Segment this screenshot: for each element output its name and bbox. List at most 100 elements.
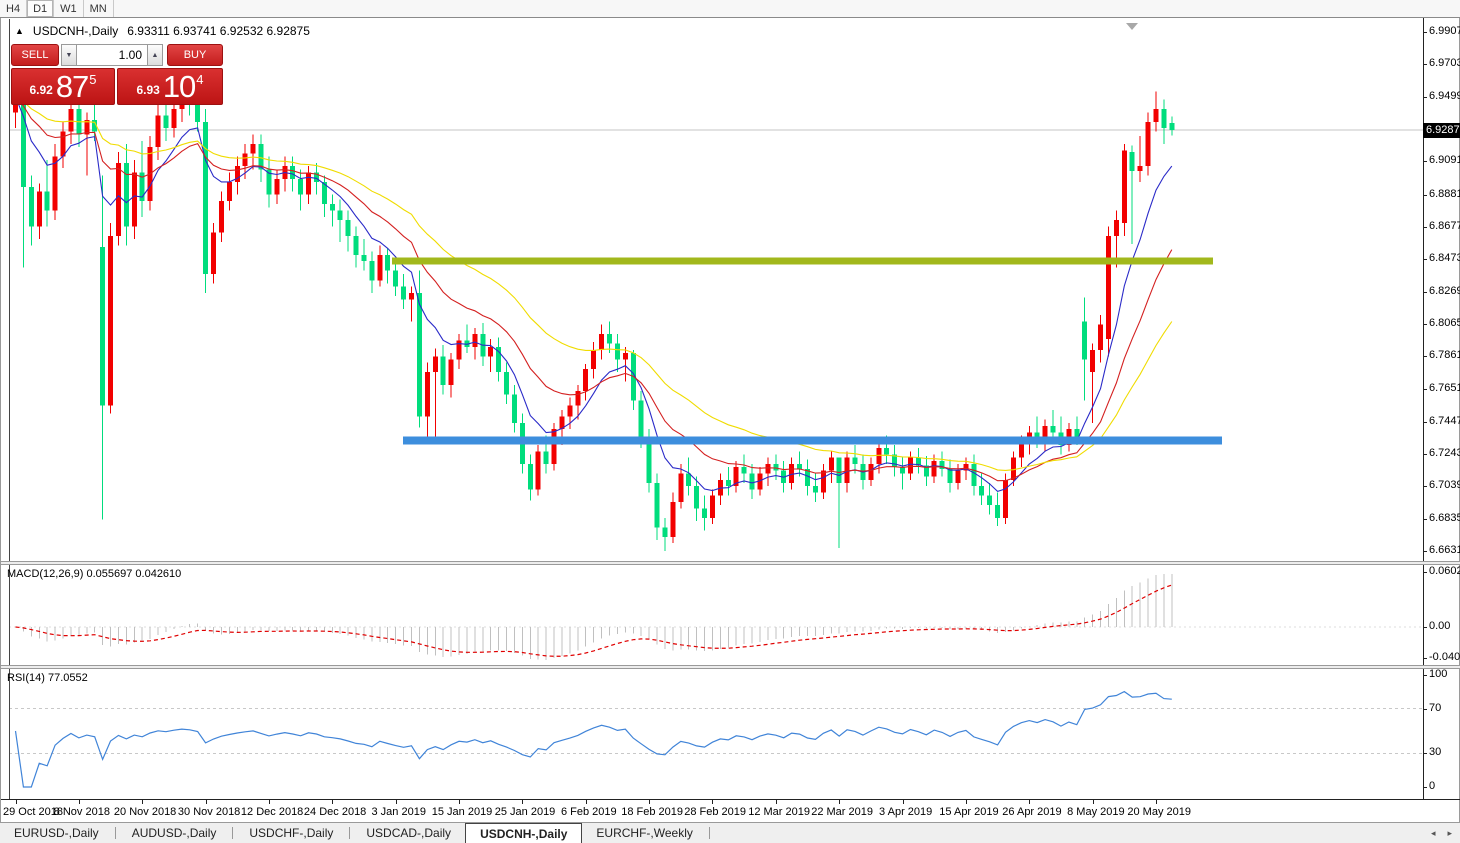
time-axis-label: 3 Apr 2019 xyxy=(879,806,933,818)
timeframe-toolbar: H4 D1 W1 MN xyxy=(0,0,1460,18)
time-axis-label: 8 Nov 2018 xyxy=(53,806,110,818)
candle-body xyxy=(60,131,66,157)
time-axis-tick xyxy=(712,800,713,804)
price-axis-label: 6.76510 xyxy=(1429,382,1460,394)
tab-usdcad-daily[interactable]: USDCAD-,Daily xyxy=(352,823,465,843)
timeframe-mn-button[interactable]: MN xyxy=(84,0,114,17)
candle-body xyxy=(702,508,708,518)
slow-ma-line[interactable] xyxy=(15,96,1173,471)
time-axis-label: 15 Jan 2019 xyxy=(431,806,493,818)
candle-body xyxy=(100,246,106,406)
time-axis-label: 20 May 2019 xyxy=(1127,806,1191,818)
tab-scroll-right-icon[interactable]: ▸ xyxy=(1447,828,1452,839)
time-axis-tick xyxy=(966,800,967,804)
tab-audusd-daily[interactable]: AUDUSD-,Daily xyxy=(118,823,231,843)
tab-separator xyxy=(349,827,351,839)
chart-shift-marker-icon[interactable] xyxy=(1126,23,1138,30)
tab-eurusd-daily[interactable]: EURUSD-,Daily xyxy=(0,823,113,843)
tab-scroll-left-icon[interactable]: ◂ xyxy=(1431,828,1436,839)
time-axis-tick xyxy=(649,800,650,804)
sell-price-quote[interactable]: 6.92 87 5 xyxy=(11,68,115,105)
mid-ma-line[interactable] xyxy=(15,96,1173,482)
rsi-axis-tick xyxy=(1423,675,1427,676)
candle-body xyxy=(393,270,399,287)
candle-body xyxy=(1098,324,1104,350)
candle-body xyxy=(28,186,34,227)
candle-body xyxy=(646,438,652,484)
candle-body xyxy=(416,292,422,417)
rsi-panel-divider[interactable] xyxy=(1,665,1460,669)
candle-body xyxy=(488,346,494,357)
rsi-axis-label: 70 xyxy=(1429,702,1442,714)
rsi-axis-tick xyxy=(1423,787,1427,788)
candle-body xyxy=(1082,321,1088,360)
buy-price-quote[interactable]: 6.93 10 4 xyxy=(117,68,223,105)
tab-usdcnh-daily[interactable]: USDCNH-,Daily xyxy=(465,823,583,843)
candle-body xyxy=(203,121,209,274)
timeframe-w1-button[interactable]: W1 xyxy=(54,0,84,17)
tab-usdchf-daily[interactable]: USDCHF-,Daily xyxy=(235,823,347,843)
candle-body xyxy=(797,464,803,469)
price-axis-tick xyxy=(1423,356,1427,357)
macd-axis-label: -0.040412 xyxy=(1429,651,1460,663)
candle-body xyxy=(1121,150,1127,224)
rsi-line xyxy=(14,690,1172,788)
time-axis-label: 15 Apr 2019 xyxy=(939,806,999,818)
candle-body xyxy=(1003,479,1008,518)
sell-button[interactable]: SELL xyxy=(11,44,59,66)
time-axis-label: 28 Feb 2019 xyxy=(684,806,746,818)
candle-body xyxy=(1169,123,1175,131)
candle-body xyxy=(527,464,533,490)
chart-status-line: ▲ USDCNH-,Daily 6.93311 6.93741 6.92532 … xyxy=(15,24,310,38)
price-axis-tick xyxy=(1423,454,1427,455)
macd-panel-divider[interactable] xyxy=(1,561,1460,565)
tab-scroll-controls: ◂ ▸ xyxy=(1431,823,1460,843)
one-click-collapse-icon[interactable]: ▲ xyxy=(15,25,24,37)
rsi-panel-canvas[interactable] xyxy=(9,669,1423,798)
volume-input[interactable] xyxy=(76,44,148,66)
candle-body xyxy=(622,353,628,360)
candle-body xyxy=(979,486,985,496)
time-axis-label: 30 Nov 2018 xyxy=(177,806,241,818)
rsi-axis-label: 30 xyxy=(1429,746,1442,758)
volume-decrease-button[interactable]: ▼ xyxy=(61,44,76,66)
candle-body xyxy=(1105,235,1111,339)
macd-panel-canvas[interactable] xyxy=(9,565,1423,665)
candle-body xyxy=(614,343,620,360)
buy-button[interactable]: BUY xyxy=(167,44,223,66)
fast-ma-line[interactable] xyxy=(14,96,1173,493)
price-axis-tick xyxy=(1423,195,1427,196)
candle-body xyxy=(504,372,510,395)
volume-increase-button[interactable]: ▲ xyxy=(148,44,163,66)
tab-separator xyxy=(708,827,710,839)
time-axis-label: 6 Feb 2019 xyxy=(560,806,617,818)
rsi-axis-tick xyxy=(1423,753,1427,754)
candle-body xyxy=(20,96,26,187)
timeframe-h4-button[interactable]: H4 xyxy=(0,0,28,17)
price-axis-tick xyxy=(1423,259,1427,260)
time-axis-tick xyxy=(459,800,460,804)
price-axis-label: 6.88810 xyxy=(1429,188,1460,200)
rsi-indicator-label: RSI(14) 77.0552 xyxy=(7,672,88,684)
candle-body xyxy=(955,470,961,484)
price-axis-tick xyxy=(1423,519,1427,520)
time-axis-tick xyxy=(269,800,270,804)
price-axis-tick xyxy=(1423,97,1427,98)
candle-body xyxy=(432,356,438,373)
current-price-tag[interactable]: 6.92875 xyxy=(1423,123,1460,138)
candle-body xyxy=(401,286,407,300)
candle-body xyxy=(290,166,296,179)
candle-body xyxy=(654,483,660,528)
time-axis-label: 22 Mar 2019 xyxy=(811,806,873,818)
price-axis-tick xyxy=(1423,227,1427,228)
candle-body xyxy=(1145,121,1151,167)
tab-eurchf-weekly[interactable]: EURCHF-,Weekly xyxy=(582,823,706,843)
candle-body xyxy=(971,464,977,487)
sell-price-sup: 5 xyxy=(89,72,97,87)
candle-body xyxy=(741,467,747,474)
timeframe-d1-button[interactable]: D1 xyxy=(27,0,55,17)
candle-body xyxy=(163,115,169,129)
candle-body xyxy=(535,451,541,490)
time-axis-label: 18 Feb 2019 xyxy=(621,806,683,818)
price-axis-tick xyxy=(1423,64,1427,65)
